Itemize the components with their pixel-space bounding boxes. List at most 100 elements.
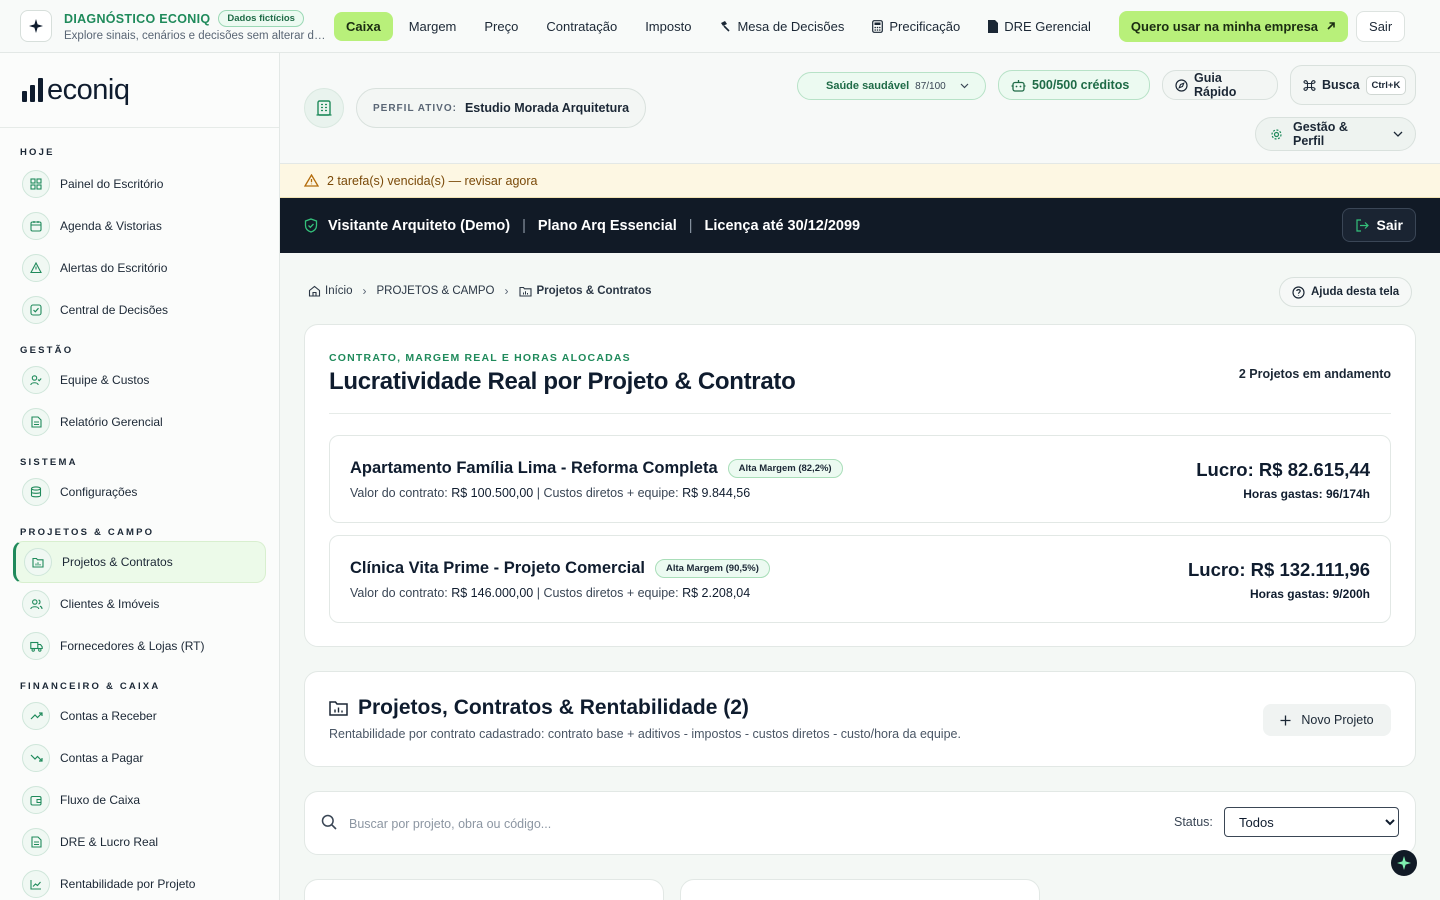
nav-margem[interactable]: Margem	[397, 12, 469, 41]
active-profile-label: PERFIL ATIVO:	[373, 102, 457, 114]
sidebar-section-projetos-campo: PROJETOS & CAMPO	[20, 527, 155, 538]
sidebar-item-label: Fornecedores & Lojas (RT)	[60, 639, 205, 653]
sidebar-item-dre[interactable]: DRE & Lucro Real	[0, 821, 279, 863]
new-project-label: Novo Projeto	[1301, 713, 1374, 727]
line-chart-icon	[22, 870, 50, 898]
check-square-icon	[22, 296, 50, 324]
nav-imposto[interactable]: Imposto	[633, 12, 703, 41]
nav-mesa-decisoes[interactable]: Mesa de Decisões	[707, 12, 856, 41]
sidebar-item-label: DRE & Lucro Real	[60, 835, 159, 849]
sidebar-item-clientes[interactable]: Clientes & Imóveis	[0, 583, 279, 625]
contract-value-label: Valor do contrato:	[350, 486, 448, 500]
gear-icon	[1270, 128, 1283, 141]
chevron-down-icon	[1393, 131, 1403, 137]
diagnostic-subtitle: Explore sinais, cenários e decisões sem …	[64, 30, 326, 42]
projects-section-title: Projetos, Contratos & Rentabilidade (2)	[358, 696, 749, 719]
contract-value-label: Valor do contrato:	[350, 586, 448, 600]
overdue-tasks-alert[interactable]: 2 tarefa(s) vencida(s) — revisar agora	[280, 164, 1440, 198]
sidebar-item-label: Painel do Escritório	[60, 177, 164, 191]
project-name: Apartamento Família Lima - Reforma Compl…	[350, 459, 718, 477]
visitor-exit-button[interactable]: Sair	[1341, 208, 1416, 242]
project-values-line: Valor do contrato: R$ 100.500,00 | Custo…	[350, 486, 750, 500]
search-icon	[321, 814, 337, 830]
sidebar-item-rentabilidade[interactable]: Rentabilidade por Projeto	[0, 863, 279, 900]
nav-caixa[interactable]: Caixa	[334, 11, 393, 41]
nav-contratacao[interactable]: Contratação	[534, 12, 629, 41]
breadcrumb-section[interactable]: PROJETOS & CAMPO	[377, 285, 495, 297]
management-profile-dropdown[interactable]: Gestão & Perfil	[1255, 117, 1416, 151]
project-card[interactable]	[304, 879, 664, 900]
robot-icon	[1011, 79, 1026, 92]
breadcrumb: Início › PROJETOS & CAMPO › Projetos & C…	[308, 284, 652, 298]
separator: |	[522, 217, 526, 234]
project-hours: Horas gastas: 9/200h	[1249, 587, 1370, 601]
search-command-button[interactable]: Busca Ctrl+K	[1290, 65, 1416, 105]
sidebar-item-painel[interactable]: Painel do Escritório	[0, 163, 279, 205]
sidebar-item-fornecedores[interactable]: Fornecedores & Lojas (RT)	[0, 625, 279, 667]
ai-assistant-button[interactable]	[1391, 850, 1417, 876]
sidebar: econiq HOJE Painel do Escritório Agenda …	[0, 53, 280, 900]
quick-guide-label: Guia Rápido	[1194, 71, 1237, 99]
new-project-button[interactable]: Novo Projeto	[1263, 704, 1391, 736]
nav-label: Imposto	[645, 18, 692, 34]
health-status-dropdown[interactable]: Saúde saudável 87/100	[797, 72, 986, 100]
sidebar-item-configuracoes[interactable]: Configurações	[0, 471, 279, 513]
sidebar-item-fluxo-caixa[interactable]: Fluxo de Caixa	[0, 779, 279, 821]
user-check-icon	[22, 366, 50, 394]
projects-in-progress-count: 2 Projetos em andamento	[1238, 367, 1391, 381]
trending-up-icon	[22, 702, 50, 730]
screen-help-button[interactable]: Ajuda desta tela	[1279, 277, 1413, 307]
sidebar-item-label: Rentabilidade por Projeto	[60, 877, 196, 891]
nav-label: Contratação	[546, 18, 618, 34]
projects-profitability-card: Projetos, Contratos & Rentabilidade (2) …	[304, 671, 1416, 767]
truck-icon	[22, 632, 50, 660]
sidebar-item-contas-receber[interactable]: Contas a Receber	[0, 695, 279, 737]
nav-precificacao[interactable]: Precificação	[860, 12, 972, 41]
alert-text: 2 tarefa(s) vencida(s) — revisar agora	[327, 173, 538, 188]
active-profile-selector[interactable]: PERFIL ATIVO: Estudio Morada Arquitetura	[356, 88, 647, 128]
sidebar-item-label: Projetos & Contratos	[62, 555, 173, 569]
sidebar-item-central-decisoes[interactable]: Central de Decisões	[0, 289, 279, 331]
nav-preco[interactable]: Preço	[472, 12, 530, 41]
divider	[329, 413, 1391, 414]
visitor-name: Visitante Arquiteto (Demo)	[328, 217, 511, 234]
credits-button[interactable]: 500/500 créditos	[998, 70, 1150, 100]
sidebar-item-alertas[interactable]: Alertas do Escritório	[0, 247, 279, 289]
cta-label: Quero usar na minha empresa	[1130, 18, 1319, 34]
brand-logo[interactable]: econiq	[0, 53, 279, 128]
nav-label: Mesa de Decisões	[737, 18, 845, 34]
project-values-line: Valor do contrato: R$ 146.000,00 | Custo…	[350, 586, 750, 600]
sidebar-item-projetos-contratos[interactable]: Projetos & Contratos	[13, 541, 266, 583]
chevron-down-icon	[960, 83, 969, 89]
chevron-right-icon: ›	[504, 284, 509, 298]
project-card[interactable]	[680, 879, 1040, 900]
project-profit-row[interactable]: Apartamento Família Lima - Reforma Compl…	[329, 435, 1391, 523]
quick-guide-button[interactable]: Guia Rápido	[1162, 70, 1278, 100]
sidebar-item-label: Alertas do Escritório	[60, 261, 168, 275]
use-in-company-button[interactable]: Quero usar na minha empresa	[1118, 10, 1349, 42]
chevron-right-icon: ›	[362, 284, 367, 298]
nav-dre-gerencial[interactable]: DRE Gerencial	[976, 12, 1103, 41]
folder-chart-icon	[329, 700, 348, 716]
status-filter-select[interactable]: Todos	[1224, 807, 1399, 837]
sidebar-item-contas-pagar[interactable]: Contas a Pagar	[0, 737, 279, 779]
brand-bars-icon	[22, 78, 43, 102]
project-profit-row[interactable]: Clínica Vita Prime - Projeto Comercial A…	[329, 535, 1391, 623]
projects-section-subtitle: Rentabilidade por contrato cadastrado: c…	[329, 727, 961, 741]
margin-badge: Alta Margem (82,2%)	[727, 459, 843, 478]
sidebar-item-agenda[interactable]: Agenda & Vistorias	[0, 205, 279, 247]
sidebar-item-equipe[interactable]: Equipe & Custos	[0, 359, 279, 401]
folder-chart-icon	[24, 548, 52, 576]
breadcrumb-home[interactable]: Início	[325, 285, 353, 297]
project-search-input[interactable]	[349, 811, 1049, 837]
profitability-title: Lucratividade Real por Projeto & Contrat…	[329, 368, 796, 395]
visitor-exit-label: Sair	[1376, 217, 1403, 233]
profitability-kicker: CONTRATO, MARGEM REAL E HORAS ALOCADAS	[329, 352, 631, 364]
sidebar-item-relatorio[interactable]: Relatório Gerencial	[0, 401, 279, 443]
main-content: PERFIL ATIVO: Estudio Morada Arquitetura…	[280, 53, 1440, 900]
topbar-exit-button[interactable]: Sair	[1356, 10, 1406, 42]
logout-icon	[1355, 218, 1369, 232]
status-filter-label: Status:	[1174, 815, 1213, 829]
direct-costs-label: | Custos diretos + equipe:	[536, 486, 679, 500]
sidebar-item-label: Agenda & Vistorias	[60, 219, 162, 233]
